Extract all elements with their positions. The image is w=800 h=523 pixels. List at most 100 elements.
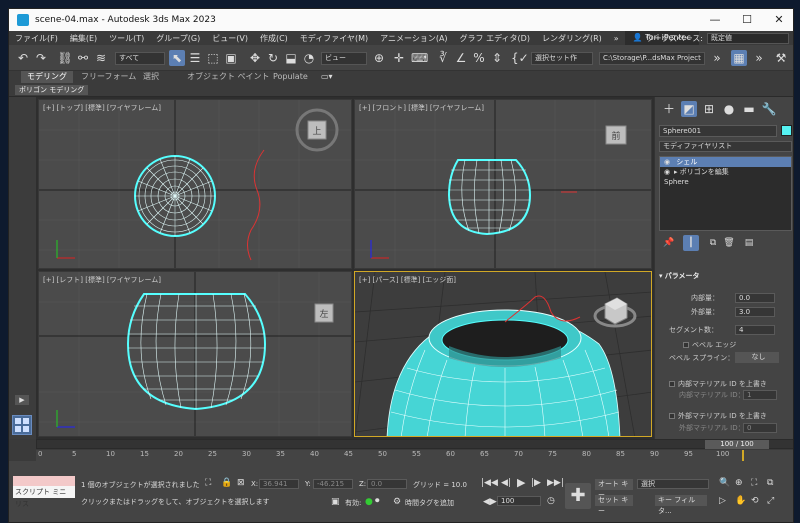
- zoom-all-icon[interactable]: ⊕: [735, 478, 743, 488]
- maximize-button[interactable]: ☐: [731, 9, 763, 31]
- modify-tab-icon[interactable]: ◩: [681, 101, 697, 117]
- isolate-icon[interactable]: ⛶: [205, 478, 211, 488]
- bind-space-warp-icon[interactable]: ≋: [93, 50, 109, 66]
- rotate-icon[interactable]: ↻: [265, 50, 281, 66]
- y-coordinate-field[interactable]: -46.215: [313, 479, 353, 489]
- bevel-spline-button[interactable]: なし: [735, 352, 779, 363]
- stack-item-edit-poly[interactable]: ◉ ▸ ポリゴンを編集: [660, 167, 791, 177]
- viewport-perspective[interactable]: [+] [パース] [標準] [エッジ面]: [354, 271, 652, 437]
- named-selection-sets-dropdown[interactable]: 選択セット作: [531, 52, 593, 65]
- go-to-end-icon[interactable]: ▶▶|: [547, 478, 564, 488]
- expand-icon[interactable]: ▶: [15, 395, 29, 405]
- placement-icon[interactable]: ◔: [301, 50, 317, 66]
- menu-rendering[interactable]: レンダリング(R): [536, 33, 608, 44]
- time-configuration-icon[interactable]: ◷: [547, 496, 555, 506]
- time-slider-thumb[interactable]: 100 / 100: [705, 440, 769, 449]
- modifier-list-dropdown[interactable]: モディファイヤリスト: [659, 141, 792, 152]
- outer-mat-id-spinner[interactable]: 0: [743, 423, 777, 433]
- percent-snap-icon[interactable]: %: [471, 50, 487, 66]
- inner-mat-id-spinner[interactable]: 1: [743, 390, 777, 400]
- key-mode-icon[interactable]: ◀▶: [483, 497, 497, 507]
- viewport-front[interactable]: [+] [フロント] [標準] [ワイヤフレーム] 前: [354, 99, 652, 269]
- pivot-center-icon[interactable]: ⊕: [371, 50, 387, 66]
- menu-tools[interactable]: ツール(T): [103, 33, 150, 44]
- viewport-top[interactable]: [+] [トップ] [標準] [ワイヤフレーム] 上: [38, 99, 352, 269]
- previous-frame-icon[interactable]: ◀|: [501, 478, 511, 488]
- ribbon-tab-freeform[interactable]: フリーフォーム: [81, 71, 136, 83]
- render-icon[interactable]: ⚒: [773, 50, 789, 66]
- eye-icon[interactable]: ◉: [664, 167, 674, 177]
- adaptive-degradation-icon[interactable]: ▣: [331, 497, 340, 507]
- time-tag-icon[interactable]: ⚙: [393, 497, 401, 507]
- angle-snap-icon[interactable]: ∠: [453, 50, 469, 66]
- selection-lock-icon[interactable]: 🔒: [221, 478, 232, 488]
- play-icon[interactable]: ▶: [517, 476, 525, 489]
- project-path-dropdown[interactable]: C:\Storage\P...dsMax Project: [599, 52, 705, 65]
- unlink-icon[interactable]: ⚯: [75, 50, 91, 66]
- select-manipulate-icon[interactable]: ✛: [391, 50, 407, 66]
- ribbon-tab-modeling[interactable]: モデリング: [21, 71, 73, 83]
- remove-modifier-icon[interactable]: 🗑: [721, 235, 737, 251]
- display-tab-icon[interactable]: ▬: [741, 101, 757, 117]
- render-setup-icon[interactable]: ▦: [731, 50, 747, 66]
- rectangle-selection-icon[interactable]: ⬚: [205, 50, 221, 66]
- object-name-field[interactable]: Sphere001: [659, 125, 777, 137]
- ribbon-tab-object-paint[interactable]: オブジェクト ペイント: [187, 71, 270, 83]
- object-color-swatch[interactable]: [781, 125, 792, 136]
- polygon-modeling-button[interactable]: ポリゴン モデリング: [15, 85, 89, 95]
- ribbon-options-icon[interactable]: ▭▾: [321, 71, 333, 83]
- ribbon-tab-populate[interactable]: Populate: [273, 71, 308, 83]
- scale-icon[interactable]: ⬓: [283, 50, 299, 66]
- utilities-tab-icon[interactable]: 🔧: [761, 101, 777, 117]
- more-tools-icon[interactable]: »: [709, 50, 725, 66]
- absolute-mode-icon[interactable]: ⊠: [237, 478, 245, 488]
- zoom-extents-icon[interactable]: ⛶: [751, 478, 757, 488]
- menu-view[interactable]: ビュー(V): [206, 33, 254, 44]
- configure-sets-icon[interactable]: ▤: [741, 235, 757, 251]
- ribbon-tab-selection[interactable]: 選択: [143, 71, 159, 83]
- key-filters-button[interactable]: キー フィルタ...: [655, 495, 707, 515]
- menu-animation[interactable]: アニメーション(A): [374, 33, 453, 44]
- z-coordinate-field[interactable]: 0.0: [367, 479, 407, 489]
- outer-amount-spinner[interactable]: 3.0: [735, 307, 775, 317]
- bevel-edges-checkbox[interactable]: ベベル エッジ: [683, 340, 736, 350]
- menu-file[interactable]: ファイル(F): [9, 33, 64, 44]
- auto-key-button[interactable]: オート キー: [595, 479, 633, 499]
- close-button[interactable]: ✕: [763, 9, 793, 31]
- zoom-icon[interactable]: 🔍: [719, 478, 730, 488]
- select-object-icon[interactable]: ⬉: [169, 50, 185, 66]
- track-bar[interactable]: 0 5 10 15 20 25 30 35 40 45 50 55 60 65 …: [36, 450, 793, 461]
- zoom-extents-all-icon[interactable]: ⧉: [767, 478, 773, 488]
- set-key-button[interactable]: セット キー: [595, 495, 633, 515]
- viewport-layout-icon[interactable]: [12, 415, 32, 435]
- viewport-top-label[interactable]: [+] [トップ] [標準] [ワイヤフレーム]: [43, 103, 161, 113]
- minimize-button[interactable]: —: [699, 9, 731, 31]
- override-inner-mat-checkbox[interactable]: 内部マテリアル ID を上書き: [669, 379, 767, 389]
- menu-more[interactable]: »: [608, 34, 625, 43]
- viewport-left-label[interactable]: [+] [レフト] [標準] [ワイヤフレーム]: [43, 275, 161, 285]
- menu-group[interactable]: グループ(G): [150, 33, 206, 44]
- viewport-left[interactable]: [+] [レフト] [標準] [ワイヤフレーム] 左: [38, 271, 352, 437]
- viewport-perspective-label[interactable]: [+] [パース] [標準] [エッジ面]: [359, 275, 456, 285]
- stack-item-sphere[interactable]: Sphere: [660, 177, 791, 187]
- maximize-viewport-icon[interactable]: ⤢: [767, 496, 774, 506]
- listener-input[interactable]: スクリプト ミニ リス: [13, 486, 75, 508]
- redo-icon[interactable]: ↷: [33, 50, 49, 66]
- motion-tab-icon[interactable]: ●: [721, 101, 737, 117]
- window-crossing-icon[interactable]: ▣: [223, 50, 239, 66]
- maxscript-mini-listener[interactable]: スクリプト ミニ リス: [13, 476, 75, 508]
- eye-icon[interactable]: ◉: [664, 157, 674, 167]
- keyboard-shortcut-override-icon[interactable]: ⌨: [411, 50, 428, 66]
- link-icon[interactable]: ⛓: [57, 50, 73, 66]
- more-render-icon[interactable]: »: [751, 50, 767, 66]
- selection-filter-dropdown[interactable]: すべて: [115, 52, 165, 65]
- move-icon[interactable]: ✥: [247, 50, 263, 66]
- hierarchy-tab-icon[interactable]: ⊞: [701, 101, 717, 117]
- parameters-rollout-header[interactable]: ▾ パラメータ: [659, 271, 789, 281]
- go-to-start-icon[interactable]: |◀◀: [481, 478, 498, 488]
- pin-stack-icon[interactable]: 📌: [661, 235, 677, 251]
- workspace-dropdown[interactable]: 既定値: [707, 32, 789, 44]
- menu-modifiers[interactable]: モディファイヤ(M): [294, 33, 374, 44]
- x-coordinate-field[interactable]: 36.941: [259, 479, 299, 489]
- viewport-front-label[interactable]: [+] [フロント] [標準] [ワイヤフレーム]: [359, 103, 484, 113]
